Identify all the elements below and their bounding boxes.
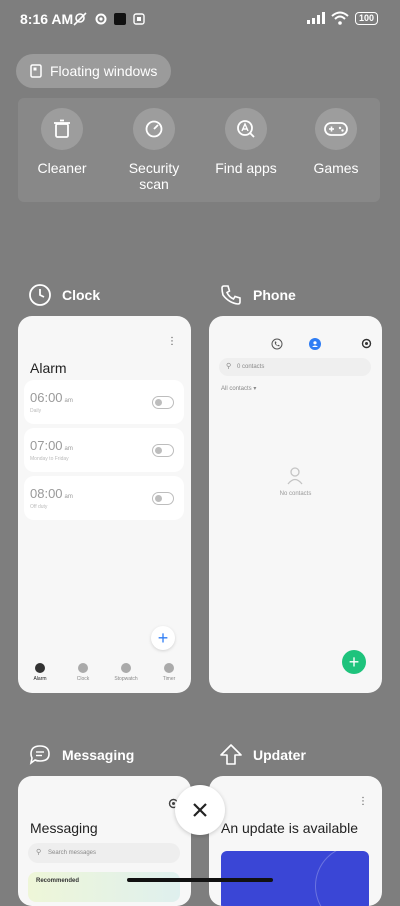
search-icon: ⚲ bbox=[226, 363, 232, 370]
more-options-icon[interactable]: ⋮ bbox=[167, 336, 177, 347]
tab-label: Alarm bbox=[33, 676, 47, 682]
call-log-icon[interactable] bbox=[271, 338, 283, 350]
messaging-screen-title: Messaging bbox=[30, 820, 98, 836]
messages-search-input[interactable]: ⚲ Search messages bbox=[28, 843, 180, 863]
clock-app-name: Clock bbox=[62, 287, 101, 303]
add-alarm-button[interactable]: + bbox=[151, 626, 175, 650]
search-placeholder: Search messages bbox=[48, 850, 97, 856]
alarm-time: 07:00 bbox=[30, 438, 63, 453]
alarm-toggle[interactable] bbox=[152, 444, 174, 457]
clock-app-header[interactable]: Clock bbox=[28, 283, 100, 307]
add-contact-button[interactable]: + bbox=[342, 650, 366, 674]
alarm-toggle[interactable] bbox=[152, 492, 174, 505]
status-time: 8:16 AM bbox=[20, 11, 74, 27]
all-contacts-filter[interactable]: All contacts ▾ bbox=[221, 385, 256, 392]
stopwatch-icon bbox=[121, 663, 131, 673]
gamepad-icon bbox=[324, 122, 348, 136]
tab-alarm[interactable]: Alarm bbox=[25, 663, 55, 682]
hourglass-icon bbox=[164, 663, 174, 673]
messaging-app-name: Messaging bbox=[62, 747, 135, 763]
alarm-ampm: am bbox=[64, 446, 73, 452]
alarm-repeat: Daily bbox=[30, 408, 42, 414]
status-bar: 8:16 AM 100 bbox=[0, 0, 400, 40]
phone-icon bbox=[221, 285, 241, 305]
tab-clock[interactable]: Clock bbox=[68, 663, 98, 682]
battery-indicator: 100 bbox=[354, 11, 378, 25]
floating-windows-label: Floating windows bbox=[50, 63, 158, 79]
status-system-icons: 100 bbox=[306, 11, 378, 25]
settings-gear-icon[interactable] bbox=[361, 338, 372, 349]
alarm-time: 08:00 bbox=[30, 486, 63, 501]
recommended-section[interactable]: Recommended bbox=[28, 872, 180, 902]
updater-app-header[interactable]: Updater bbox=[219, 743, 306, 767]
tab-stopwatch[interactable]: Stopwatch bbox=[111, 663, 141, 682]
clock-tab-bar: Alarm Clock Stopwatch Timer bbox=[18, 657, 190, 693]
clock-icon bbox=[29, 284, 51, 306]
clock-app-card[interactable]: ⋮ Alarm 06:00 am Daily 07:00 am Monday to … bbox=[18, 316, 191, 693]
alarm-toggle[interactable] bbox=[152, 396, 174, 409]
tab-label: Clock bbox=[76, 676, 90, 682]
alarm-item[interactable]: 08:00 am Off duty bbox=[24, 476, 184, 520]
messaging-app-card[interactable]: Messaging ⚲ Search messages Recommended bbox=[18, 776, 191, 906]
chat-bubble-icon bbox=[29, 745, 50, 765]
floating-windows-button[interactable]: Floating windows bbox=[16, 54, 172, 88]
tab-label: Timer bbox=[162, 676, 176, 682]
alarm-time: 06:00 bbox=[30, 390, 63, 405]
search-app-icon bbox=[237, 120, 255, 138]
shortcut-label: Find apps bbox=[215, 160, 277, 176]
empty-contacts-message: No contacts bbox=[279, 491, 312, 497]
recommended-label: Recommended bbox=[36, 878, 80, 884]
phone-app-name: Phone bbox=[253, 287, 296, 303]
trash-icon bbox=[54, 119, 70, 138]
speedometer-icon bbox=[145, 120, 163, 138]
close-icon bbox=[193, 803, 207, 817]
phone-app-card[interactable]: ⚲ 0 contacts All contacts ▾ No contacts … bbox=[209, 316, 382, 693]
location-off-icon bbox=[73, 12, 87, 26]
contacts-icon[interactable] bbox=[309, 338, 321, 350]
shortcut-label: Security scan bbox=[128, 160, 180, 192]
messaging-app-header[interactable]: Messaging bbox=[28, 743, 134, 767]
status-notification-icons bbox=[72, 11, 146, 27]
alarm-repeat: Monday to Friday bbox=[30, 456, 69, 462]
alarm-item[interactable]: 07:00 am Monday to Friday bbox=[24, 428, 184, 472]
person-icon bbox=[287, 467, 303, 485]
more-options-icon[interactable]: ⋮ bbox=[358, 796, 368, 807]
shortcut-games[interactable]: Games bbox=[296, 108, 376, 176]
shortcut-label: Cleaner bbox=[37, 160, 87, 176]
contacts-search-input[interactable]: ⚲ 0 contacts bbox=[219, 358, 371, 376]
chip-icon bbox=[133, 13, 145, 25]
updater-app-card[interactable]: ⋮ An update is available bbox=[209, 776, 382, 906]
phone-app-header[interactable]: Phone bbox=[219, 283, 296, 307]
update-available-title: An update is available bbox=[221, 820, 358, 836]
alarm-ampm: am bbox=[64, 398, 73, 404]
signal-icon bbox=[306, 12, 325, 24]
shortcut-cleaner[interactable]: Cleaner bbox=[22, 108, 102, 176]
alarm-screen-title: Alarm bbox=[30, 360, 67, 376]
alarm-item[interactable]: 06:00 am Daily bbox=[24, 380, 184, 424]
shortcut-find-apps[interactable]: Find apps bbox=[206, 108, 286, 176]
alarm-repeat: Off duty bbox=[30, 504, 48, 510]
home-indicator[interactable] bbox=[127, 878, 273, 882]
arrow-up-icon bbox=[220, 744, 242, 765]
gear-icon bbox=[95, 13, 107, 25]
alarm-clock-icon bbox=[35, 663, 45, 673]
notification-square-icon bbox=[114, 13, 126, 25]
clock-tab-icon bbox=[78, 663, 88, 673]
alarm-ampm: am bbox=[64, 494, 73, 500]
floating-window-icon bbox=[30, 64, 42, 78]
close-all-button[interactable] bbox=[175, 785, 225, 835]
search-icon: ⚲ bbox=[36, 849, 42, 856]
shortcut-label: Games bbox=[313, 160, 359, 176]
search-placeholder: 0 contacts bbox=[237, 364, 265, 370]
banner-decoration bbox=[315, 851, 369, 906]
tab-label: Stopwatch bbox=[114, 676, 138, 682]
quick-shortcuts-panel: Cleaner Security scan Find apps Games bbox=[18, 98, 380, 202]
tab-timer[interactable]: Timer bbox=[154, 663, 184, 682]
updater-app-name: Updater bbox=[253, 747, 306, 763]
wifi-icon bbox=[331, 11, 349, 25]
shortcut-security-scan[interactable]: Security scan bbox=[114, 108, 194, 192]
